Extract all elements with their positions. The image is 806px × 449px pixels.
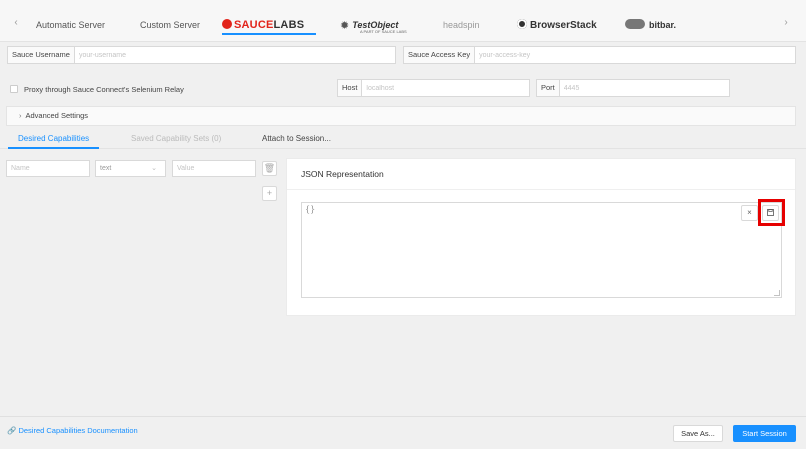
add-capability-button[interactable]: + (262, 186, 277, 201)
capability-type-select[interactable]: text ⌄ (95, 160, 166, 177)
sauce-access-key-field: Sauce Access Key (403, 46, 796, 64)
save-icon (767, 209, 774, 217)
chevron-right-icon: › (19, 111, 22, 120)
port-input[interactable] (559, 80, 729, 96)
tab-saucelabs[interactable]: SAUCELABS (222, 15, 316, 35)
capability-tabs: Desired Capabilities Saved Capability Se… (0, 129, 806, 149)
headspin-logo: headspin (443, 20, 480, 30)
json-representation-card: JSON Representation {} (286, 158, 796, 316)
tab-attach-to-session[interactable]: Attach to Session... (262, 134, 331, 149)
host-input[interactable] (362, 80, 529, 96)
tab-desired-capabilities[interactable]: Desired Capabilities (8, 134, 100, 149)
browserstack-logo: BrowserStack (517, 19, 597, 31)
tab-browserstack[interactable]: BrowserStack (517, 15, 597, 35)
port-field: Port (536, 79, 730, 97)
sauce-username-label: Sauce Username (8, 47, 75, 63)
sauce-access-key-label: Sauce Access Key (404, 47, 476, 63)
proxy-checkbox[interactable] (10, 85, 18, 93)
host-label: Host (338, 80, 363, 96)
resize-handle[interactable] (774, 290, 780, 296)
trash-icon: 🗑 (263, 163, 276, 173)
json-content: {} (305, 205, 316, 214)
tab-saved-capability-sets[interactable]: Saved Capability Sets (0) (131, 134, 221, 149)
saucelabs-logo: SAUCELABS (222, 19, 304, 31)
tab-testobject[interactable]: ✹ TestObject A PART OF SAUCE LABS (340, 15, 410, 35)
proxy-row: Proxy through Sauce Connect's Selenium R… (10, 83, 184, 95)
advanced-settings-label: Advanced Settings (25, 111, 89, 120)
delete-capability-button[interactable]: 🗑 (262, 161, 277, 176)
tab-headspin[interactable]: headspin (443, 15, 488, 35)
link-icon: 🔗 (7, 426, 17, 435)
sauce-username-input[interactable] (74, 47, 395, 63)
bitbar-logo-icon (625, 19, 645, 29)
tab-bitbar[interactable]: bitbar. (625, 15, 676, 35)
chevron-down-icon: ⌄ (151, 165, 157, 172)
footer-divider (0, 416, 806, 417)
sauce-access-key-input[interactable] (475, 47, 795, 63)
tab-custom-server[interactable]: Custom Server (140, 15, 200, 35)
bitbar-logo: bitbar. (625, 19, 676, 30)
json-divider (287, 189, 795, 190)
chevron-left-icon[interactable]: ‹ (10, 16, 22, 30)
saucelabs-logo-icon (222, 19, 232, 29)
capability-value-input[interactable]: Value (172, 160, 256, 177)
testobject-logo-icon: ✹ (340, 20, 350, 32)
advanced-settings-toggle[interactable]: › Advanced Settings (6, 106, 796, 126)
port-label: Port (537, 80, 560, 96)
json-textarea[interactable]: {} (301, 202, 782, 298)
tab-automatic-server[interactable]: Automatic Server (36, 15, 106, 35)
json-representation-title: JSON Representation (301, 169, 384, 179)
start-session-button[interactable]: Start Session (733, 425, 796, 442)
sauce-username-field: Sauce Username (7, 46, 396, 64)
server-tabs: ‹ Automatic Server Custom Server SAUCELA… (0, 0, 806, 42)
host-field: Host (337, 79, 530, 97)
testobject-logo: ✹ TestObject A PART OF SAUCE LABS (340, 20, 410, 34)
capability-name-input[interactable]: Name (6, 160, 90, 177)
save-as-button[interactable]: Save As... (673, 425, 723, 442)
browserstack-logo-icon (517, 19, 527, 29)
close-icon: × (747, 208, 752, 217)
plus-icon: + (266, 188, 273, 198)
clear-json-button[interactable]: × (741, 205, 758, 221)
desired-capabilities-docs-link[interactable]: 🔗 Desired Capabilities Documentation (7, 426, 138, 435)
chevron-right-icon[interactable]: › (780, 16, 792, 30)
proxy-label: Proxy through Sauce Connect's Selenium R… (24, 84, 184, 94)
save-json-button[interactable] (762, 205, 779, 221)
